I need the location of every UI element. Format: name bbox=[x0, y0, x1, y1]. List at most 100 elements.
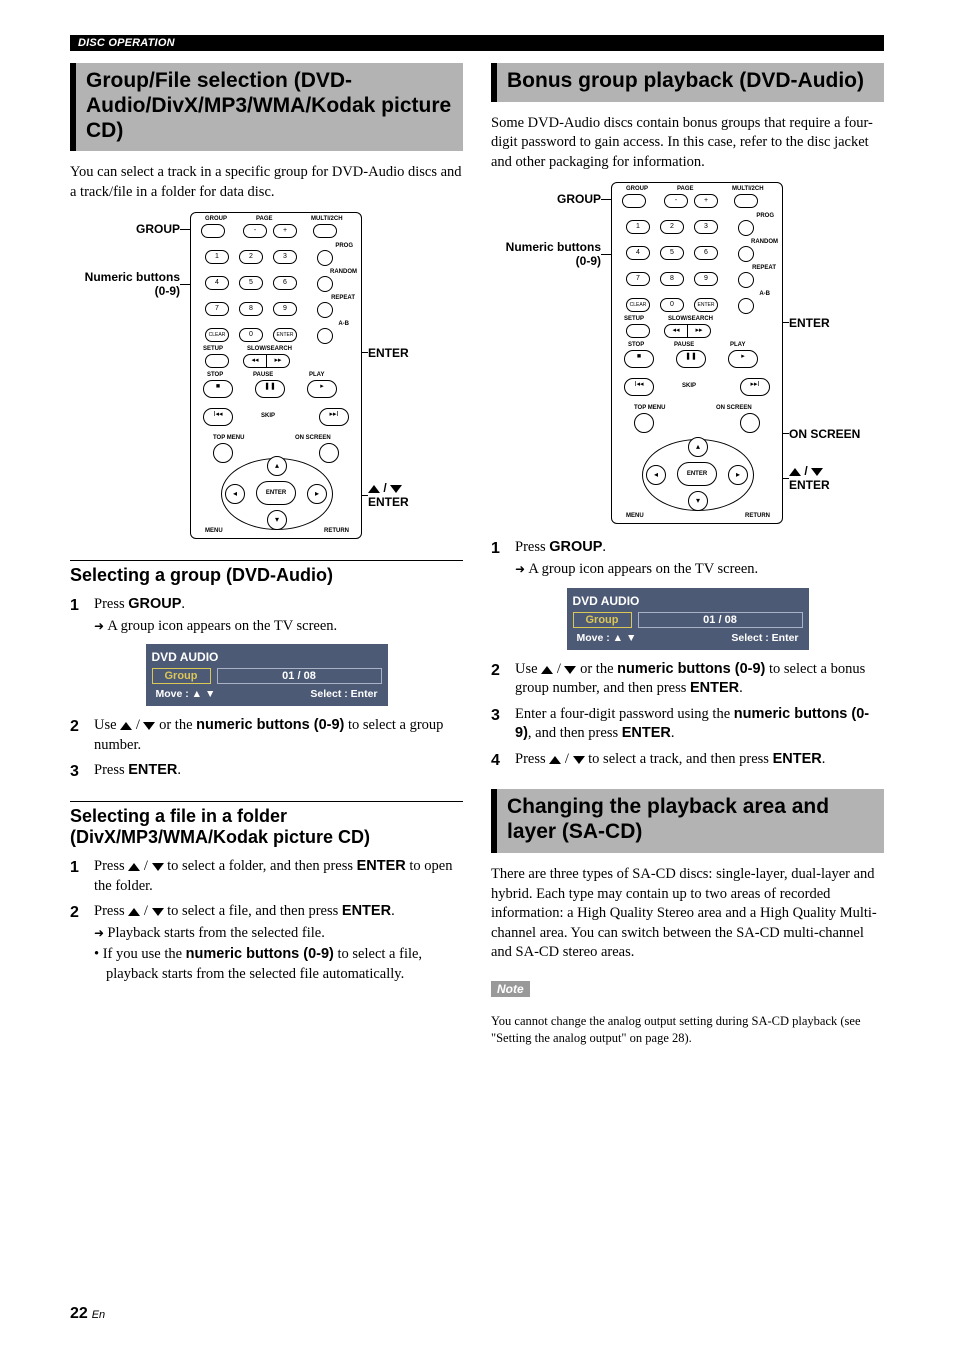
page-plus-icon: + bbox=[694, 194, 718, 208]
step-result: A group icon appears on the TV screen. bbox=[515, 560, 884, 580]
file-step-2: 2 Press / to select a file, and then pre… bbox=[70, 902, 463, 986]
dpad-right-icon: ▸ bbox=[728, 465, 748, 485]
pause-button-icon: ❚❚ bbox=[255, 380, 285, 398]
num-5-icon: 5 bbox=[239, 276, 263, 290]
num-2-icon: 2 bbox=[660, 220, 684, 234]
note-label: Note bbox=[491, 981, 530, 997]
num-5-icon: 5 bbox=[660, 246, 684, 260]
osd-hint-select: Select : Enter bbox=[731, 632, 798, 644]
stop-button-icon: ■ bbox=[624, 350, 654, 368]
label-arrows-enter: / ENTER bbox=[368, 482, 409, 508]
osd-title: DVD AUDIO bbox=[573, 594, 803, 608]
intro-left: You can select a track in a specific gro… bbox=[70, 163, 463, 202]
right-column: Bonus group playback (DVD-Audio) Some DV… bbox=[491, 63, 884, 1060]
setup-button-icon bbox=[205, 354, 229, 368]
group-button-icon bbox=[622, 194, 646, 208]
page-minus-icon: - bbox=[243, 224, 267, 238]
ab-button-icon bbox=[738, 298, 754, 314]
remote-body: GROUP PAGE MULTI/2CH - + PROG RANDOM REP… bbox=[611, 182, 783, 524]
osd-label: Group bbox=[152, 668, 211, 684]
bonus-step-4: 4 Press / to select a track, and then pr… bbox=[491, 750, 884, 772]
up-icon bbox=[128, 863, 140, 871]
up-icon bbox=[368, 485, 380, 493]
ab-button-icon bbox=[317, 328, 333, 344]
label-onscreen: ON SCREEN bbox=[789, 427, 860, 441]
num-6-icon: 6 bbox=[273, 276, 297, 290]
prog-button-icon bbox=[738, 220, 754, 236]
num-7-icon: 7 bbox=[205, 302, 229, 316]
multi-button-icon bbox=[734, 194, 758, 208]
num-6-icon: 6 bbox=[694, 246, 718, 260]
random-button-icon bbox=[317, 276, 333, 292]
onscreen-button-icon bbox=[740, 413, 760, 433]
label-group: GROUP bbox=[491, 192, 601, 206]
step-result: Playback starts from the selected file. bbox=[94, 924, 463, 944]
subhead-selecting-group: Selecting a group (DVD-Audio) bbox=[70, 560, 463, 587]
num-8-icon: 8 bbox=[239, 302, 263, 316]
prog-button-icon bbox=[317, 250, 333, 266]
dpad-down-icon: ▾ bbox=[688, 491, 708, 511]
num-1-icon: 1 bbox=[626, 220, 650, 234]
step-1: 1 Press GROUP. A group icon appears on t… bbox=[70, 595, 463, 638]
slow-rev-icon: ◂◂ bbox=[243, 354, 267, 368]
num-3-icon: 3 bbox=[694, 220, 718, 234]
osd-dvd-audio-right: DVD AUDIO Group 01 / 08 Move : ▲ ▼ Selec… bbox=[567, 588, 809, 650]
down-icon bbox=[152, 908, 164, 916]
multi-button-icon bbox=[313, 224, 337, 238]
manual-page: DISC OPERATION Group/File selection (DVD… bbox=[0, 0, 954, 1348]
step-result: A group icon appears on the TV screen. bbox=[94, 617, 463, 637]
page-minus-icon: - bbox=[664, 194, 688, 208]
num-7-icon: 7 bbox=[626, 272, 650, 286]
up-icon bbox=[549, 756, 561, 764]
left-column: Group/File selection (DVD-Audio/DivX/MP3… bbox=[70, 63, 463, 1060]
num-1-icon: 1 bbox=[205, 250, 229, 264]
group-button-icon bbox=[201, 224, 225, 238]
dpad-up-icon: ▴ bbox=[267, 456, 287, 476]
section-title-left: Group/File selection (DVD-Audio/DivX/MP3… bbox=[70, 63, 463, 151]
num-8-icon: 8 bbox=[660, 272, 684, 286]
slow-fwd-icon: ▸▸ bbox=[688, 324, 711, 338]
osd-dvd-audio-left: DVD AUDIO Group 01 / 08 Move : ▲ ▼ Selec… bbox=[146, 644, 388, 706]
label-enter: ENTER bbox=[368, 346, 409, 360]
osd-title: DVD AUDIO bbox=[152, 650, 382, 664]
down-icon bbox=[143, 722, 155, 730]
up-icon bbox=[789, 468, 801, 476]
repeat-button-icon bbox=[738, 272, 754, 288]
osd-hint-move: Move : ▲ ▼ bbox=[577, 632, 637, 644]
label-numeric: Numeric buttons (0-9) bbox=[491, 240, 601, 268]
skip-prev-icon: I◂◂ bbox=[624, 378, 654, 396]
num-0-icon: 0 bbox=[660, 298, 684, 312]
dpad-enter-icon: ENTER bbox=[677, 462, 717, 486]
dpad-icon: ▴ ▾ ◂ ▸ ENTER bbox=[221, 458, 331, 528]
dpad-up-icon: ▴ bbox=[688, 437, 708, 457]
num-9-icon: 9 bbox=[273, 302, 297, 316]
num-4-icon: 4 bbox=[626, 246, 650, 260]
subhead-selecting-file: Selecting a file in a folder (DivX/MP3/W… bbox=[70, 801, 463, 849]
repeat-button-icon bbox=[317, 302, 333, 318]
enter-button-icon: ENTER bbox=[694, 298, 718, 312]
num-3-icon: 3 bbox=[273, 250, 297, 264]
up-icon bbox=[128, 908, 140, 916]
num-0-icon: 0 bbox=[239, 328, 263, 342]
skip-next-icon: ▸▸I bbox=[740, 378, 770, 396]
intro-sacd: There are three types of SA-CD discs: si… bbox=[491, 865, 884, 963]
slow-rev-icon: ◂◂ bbox=[664, 324, 688, 338]
skip-prev-icon: I◂◂ bbox=[203, 408, 233, 426]
down-icon bbox=[564, 666, 576, 674]
remote-diagram-left: GROUP Numeric buttons (0-9) ENTER / ENTE… bbox=[70, 212, 463, 542]
down-icon bbox=[811, 468, 823, 476]
num-2-icon: 2 bbox=[239, 250, 263, 264]
enter-button-icon: ENTER bbox=[273, 328, 297, 342]
num-9-icon: 9 bbox=[694, 272, 718, 286]
label-numeric: Numeric buttons (0-9) bbox=[70, 270, 180, 298]
remote-diagram-right: GROUP Numeric buttons (0-9) ENTER ON SCR… bbox=[491, 182, 884, 532]
remote-body: GROUP PAGE MULTI/2CH - + PROG RANDOM REP… bbox=[190, 212, 362, 539]
osd-hint-move: Move : ▲ ▼ bbox=[156, 688, 216, 700]
label-enter: ENTER bbox=[789, 316, 830, 330]
label-group: GROUP bbox=[70, 222, 180, 236]
bonus-step-2: 2 Use / or the numeric buttons (0-9) to … bbox=[491, 660, 884, 699]
down-icon bbox=[573, 756, 585, 764]
step-3: 3 Press ENTER. bbox=[70, 761, 463, 783]
page-number: 22 En bbox=[70, 1305, 105, 1323]
play-button-icon: ▸ bbox=[307, 380, 337, 398]
